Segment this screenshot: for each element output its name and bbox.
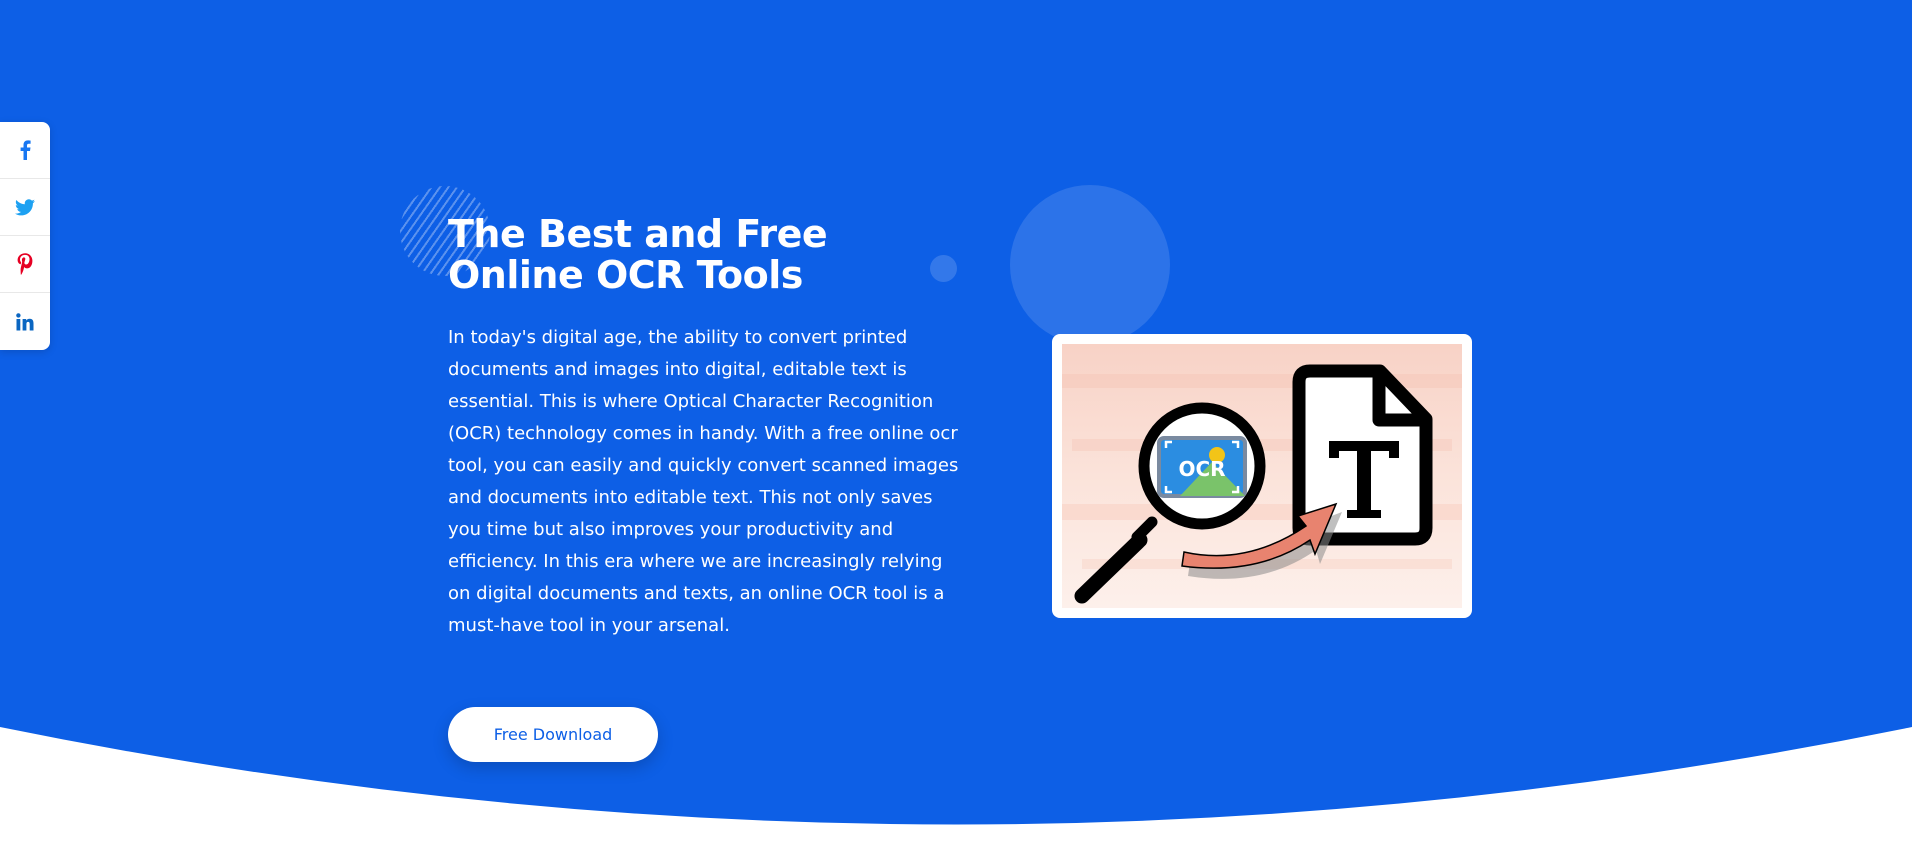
facebook-icon xyxy=(20,140,31,160)
free-download-button[interactable]: Free Download xyxy=(448,707,658,762)
hero-description: In today's digital age, the ability to c… xyxy=(448,327,959,636)
share-facebook-button[interactable] xyxy=(0,122,50,179)
decorative-circle-large xyxy=(1010,185,1170,345)
twitter-icon xyxy=(15,198,35,215)
share-pinterest-button[interactable] xyxy=(0,236,50,293)
share-twitter-button[interactable] xyxy=(0,179,50,236)
hero-section: The Best and Free Online OCR Tools In to… xyxy=(0,0,1912,842)
share-linkedin-button[interactable] xyxy=(0,293,50,350)
pinterest-icon xyxy=(17,253,33,275)
ocr-illustration-card: OCR xyxy=(1052,334,1472,618)
ocr-illustration: OCR xyxy=(1062,344,1462,608)
social-share-bar xyxy=(0,122,50,350)
linkedin-icon xyxy=(16,312,34,330)
ocr-illustration-label: OCR xyxy=(1178,457,1225,481)
page-title: The Best and Free Online OCR Tools xyxy=(448,212,828,297)
